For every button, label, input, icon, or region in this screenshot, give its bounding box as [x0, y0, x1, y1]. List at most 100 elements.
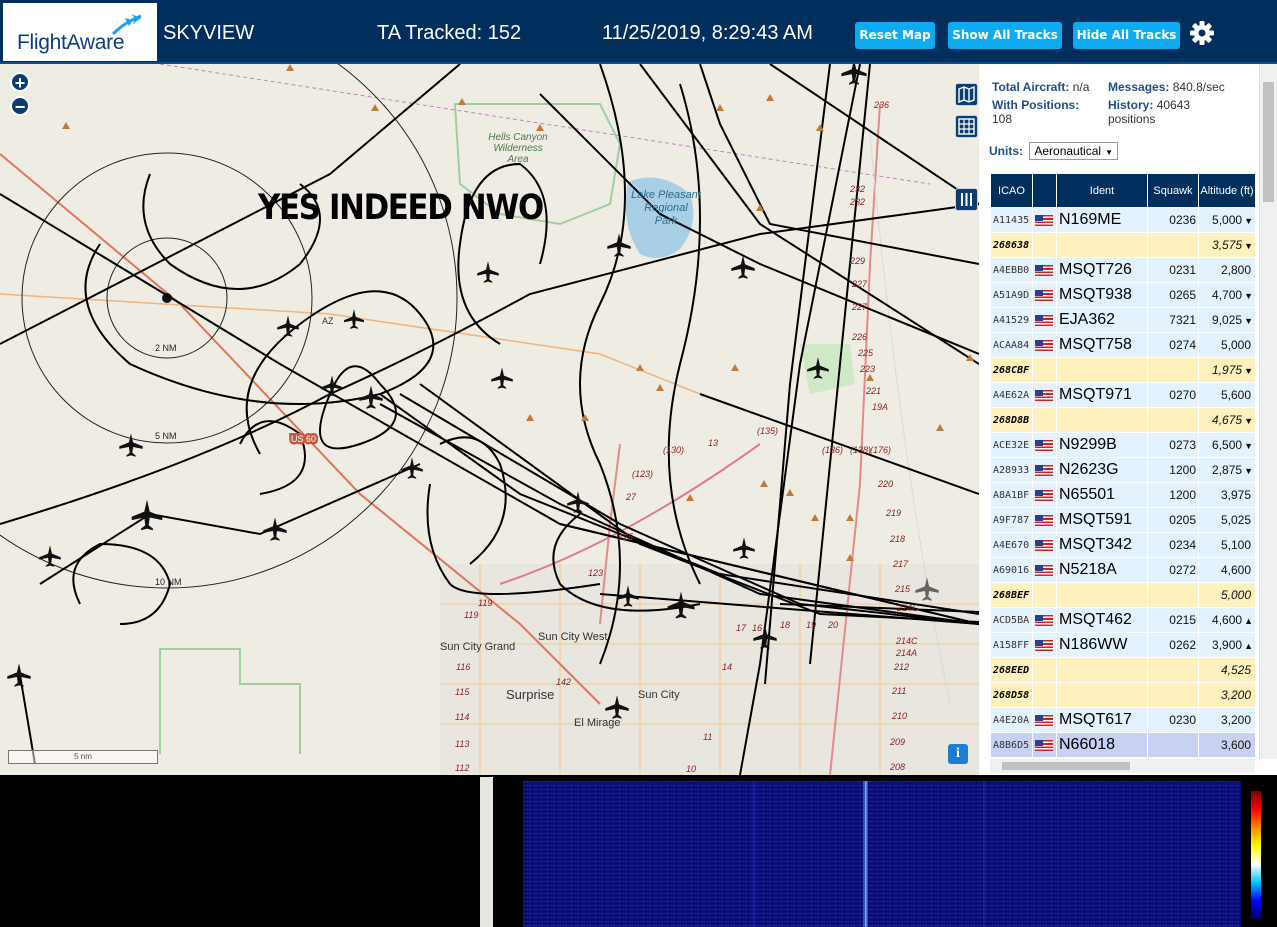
grid-icon — [958, 118, 975, 135]
icao-cell: A8B6D5 — [990, 732, 1033, 757]
icao-cell: A51A9D — [990, 282, 1033, 308]
panel-vertical-scrollbar[interactable] — [1259, 64, 1277, 759]
flag-cell — [1032, 482, 1057, 508]
svg-text:112: 112 — [455, 763, 469, 773]
zoom-in-button[interactable]: + — [10, 72, 30, 93]
svg-text:27: 27 — [625, 492, 637, 502]
table-row[interactable]: A4E20A MSQT617 0230 3,200 — [990, 707, 1255, 733]
table-row[interactable]: 268638 3,575 ▼ — [990, 232, 1255, 258]
map-canvas[interactable]: Hells Canyon Wilderness Area Lake Pleasant… — [0, 64, 979, 775]
table-row[interactable]: 268D58 3,200 — [990, 682, 1255, 708]
column-toggle-button[interactable] — [955, 188, 978, 211]
altitude-value: 9,025 — [1212, 313, 1243, 327]
svg-text:214C: 214C — [895, 636, 918, 646]
col-ident[interactable]: Ident — [1056, 173, 1148, 208]
zoom-out-button[interactable]: − — [10, 96, 30, 117]
history: History: 40643 positions — [1108, 98, 1190, 126]
ident-cell: MSQT726 — [1056, 257, 1148, 283]
svg-text:(130): (130) — [663, 445, 684, 455]
table-horizontal-scrollbar[interactable] — [990, 759, 1255, 773]
altitude-value: 4,700 — [1212, 288, 1243, 302]
table-row[interactable]: A11435 N169ME 0236 5,000 ▼ — [990, 207, 1255, 233]
aircraft-table-wrapper[interactable]: ICAO Ident Squawk Altitude (ft) A11435 N1… — [990, 173, 1255, 757]
altitude-cell: 4,600 — [1198, 557, 1255, 583]
trend-icon: ▼ — [1244, 216, 1253, 226]
flightaware-logo[interactable]: FlightAware — [3, 3, 157, 61]
ident-cell: N169ME — [1056, 207, 1148, 233]
units-value: Aeronautical — [1034, 144, 1102, 158]
us-flag-icon — [1035, 214, 1053, 226]
info-button[interactable]: i — [948, 744, 968, 764]
svg-text:225: 225 — [857, 348, 874, 358]
units-select[interactable]: Aeronautical ▼ — [1029, 142, 1118, 160]
scrollbar-thumb[interactable] — [1002, 762, 1130, 770]
table-row[interactable]: 268BEF 5,000 — [990, 582, 1255, 608]
altitude-cell: 5,600 — [1198, 382, 1255, 408]
table-row[interactable]: 268D8B 4,675 ▼ — [990, 407, 1255, 433]
table-row[interactable]: A8A1BF N65501 1200 3,975 — [990, 482, 1255, 508]
altitude-value: 5,000 — [1220, 338, 1251, 352]
show-all-tracks-button[interactable]: Show All Tracks — [948, 22, 1062, 49]
pane-divider[interactable] — [480, 777, 493, 927]
scale-bar: 5 nm — [8, 750, 158, 764]
col-flag[interactable] — [1032, 173, 1057, 208]
table-row[interactable]: A4E670 MSQT342 0234 5,100 — [990, 532, 1255, 558]
svg-text:(136): (136) — [822, 445, 843, 455]
table-row[interactable]: A9F787 MSQT591 0205 5,025 — [990, 507, 1255, 533]
table-row[interactable]: ACE32E N9299B 0273 6,500 ▼ — [990, 432, 1255, 458]
altitude-value: 5,600 — [1220, 388, 1251, 402]
table-row[interactable]: A158FF N186WW 0262 3,900 ▲ — [990, 632, 1255, 658]
us-flag-icon — [1035, 739, 1053, 751]
aircraft-icon — [131, 499, 163, 531]
map-layers-button[interactable] — [955, 83, 978, 106]
squawk-cell: 0265 — [1147, 282, 1199, 308]
history-unit: positions — [1108, 112, 1156, 126]
ident-cell: MSQT938 — [1056, 282, 1148, 308]
us-flag-icon — [1035, 514, 1053, 526]
ring-10nm-label: 10 NM — [155, 577, 182, 587]
squawk-cell: 0273 — [1147, 432, 1199, 458]
table-row[interactable]: A41529 EJA362 7321 9,025 ▼ — [990, 307, 1255, 333]
icao-cell: ACAA84 — [990, 332, 1033, 358]
col-altitude[interactable]: Altitude (ft) — [1198, 173, 1255, 208]
squawk-cell — [1147, 682, 1199, 708]
hide-all-tracks-button[interactable]: Hide All Tracks — [1073, 22, 1180, 49]
table-row[interactable]: A8B6D5 N66018 3,600 — [990, 732, 1255, 757]
aircraft-icon — [607, 233, 631, 257]
grid-toggle-button[interactable] — [955, 115, 978, 138]
squawk-cell: 7321 — [1147, 307, 1199, 333]
table-row[interactable]: 268CBF 1,975 ▼ — [990, 357, 1255, 383]
col-squawk[interactable]: Squawk — [1147, 173, 1199, 208]
icao-cell: A158FF — [990, 632, 1033, 658]
table-row[interactable]: A69016 N5218A 0272 4,600 — [990, 557, 1255, 583]
reset-map-button[interactable]: Reset Map — [855, 22, 935, 49]
flag-cell — [1032, 682, 1057, 708]
flag-cell — [1032, 607, 1057, 633]
altitude-value: 4,600 — [1220, 563, 1251, 577]
svg-text:142: 142 — [556, 677, 571, 687]
park-boundary — [159, 648, 301, 754]
table-row[interactable]: A4E62A MSQT971 0270 5,600 — [990, 382, 1255, 408]
overlay-annotation-text: YES INDEED NWO — [258, 188, 544, 228]
gear-icon[interactable] — [1188, 19, 1216, 47]
us-flag-icon — [1035, 339, 1053, 351]
svg-text:212: 212 — [893, 662, 909, 672]
ident-cell — [1056, 657, 1148, 683]
col-icao[interactable]: ICAO — [990, 173, 1033, 208]
altitude-cell: 4,600 ▲ — [1198, 607, 1255, 633]
table-row[interactable]: ACD5BA MSQT462 0215 4,600 ▲ — [990, 607, 1255, 633]
messages-rate: Messages: 840.8/sec — [1108, 80, 1225, 94]
table-row[interactable]: A4EBB0 MSQT726 0231 2,800 — [990, 257, 1255, 283]
table-row[interactable]: ACAA84 MSQT758 0274 5,000 — [990, 332, 1255, 358]
table-row[interactable]: 268EED 4,525 — [990, 657, 1255, 683]
scrollbar-thumb[interactable] — [1263, 82, 1274, 202]
svg-text:221: 221 — [865, 386, 881, 396]
icao-cell: A9F787 — [990, 507, 1033, 533]
svg-text:19: 19 — [806, 620, 816, 630]
map-view[interactable]: Hells Canyon Wilderness Area Lake Pleasant… — [0, 64, 979, 775]
table-row[interactable]: A51A9D MSQT938 0265 4,700 ▼ — [990, 282, 1255, 308]
us60-label: US 60 — [291, 434, 316, 444]
ident-cell: MSQT591 — [1056, 507, 1148, 533]
table-row[interactable]: A28933 N2623G 1200 2,875 ▼ — [990, 457, 1255, 483]
us-flag-icon — [1035, 389, 1053, 401]
